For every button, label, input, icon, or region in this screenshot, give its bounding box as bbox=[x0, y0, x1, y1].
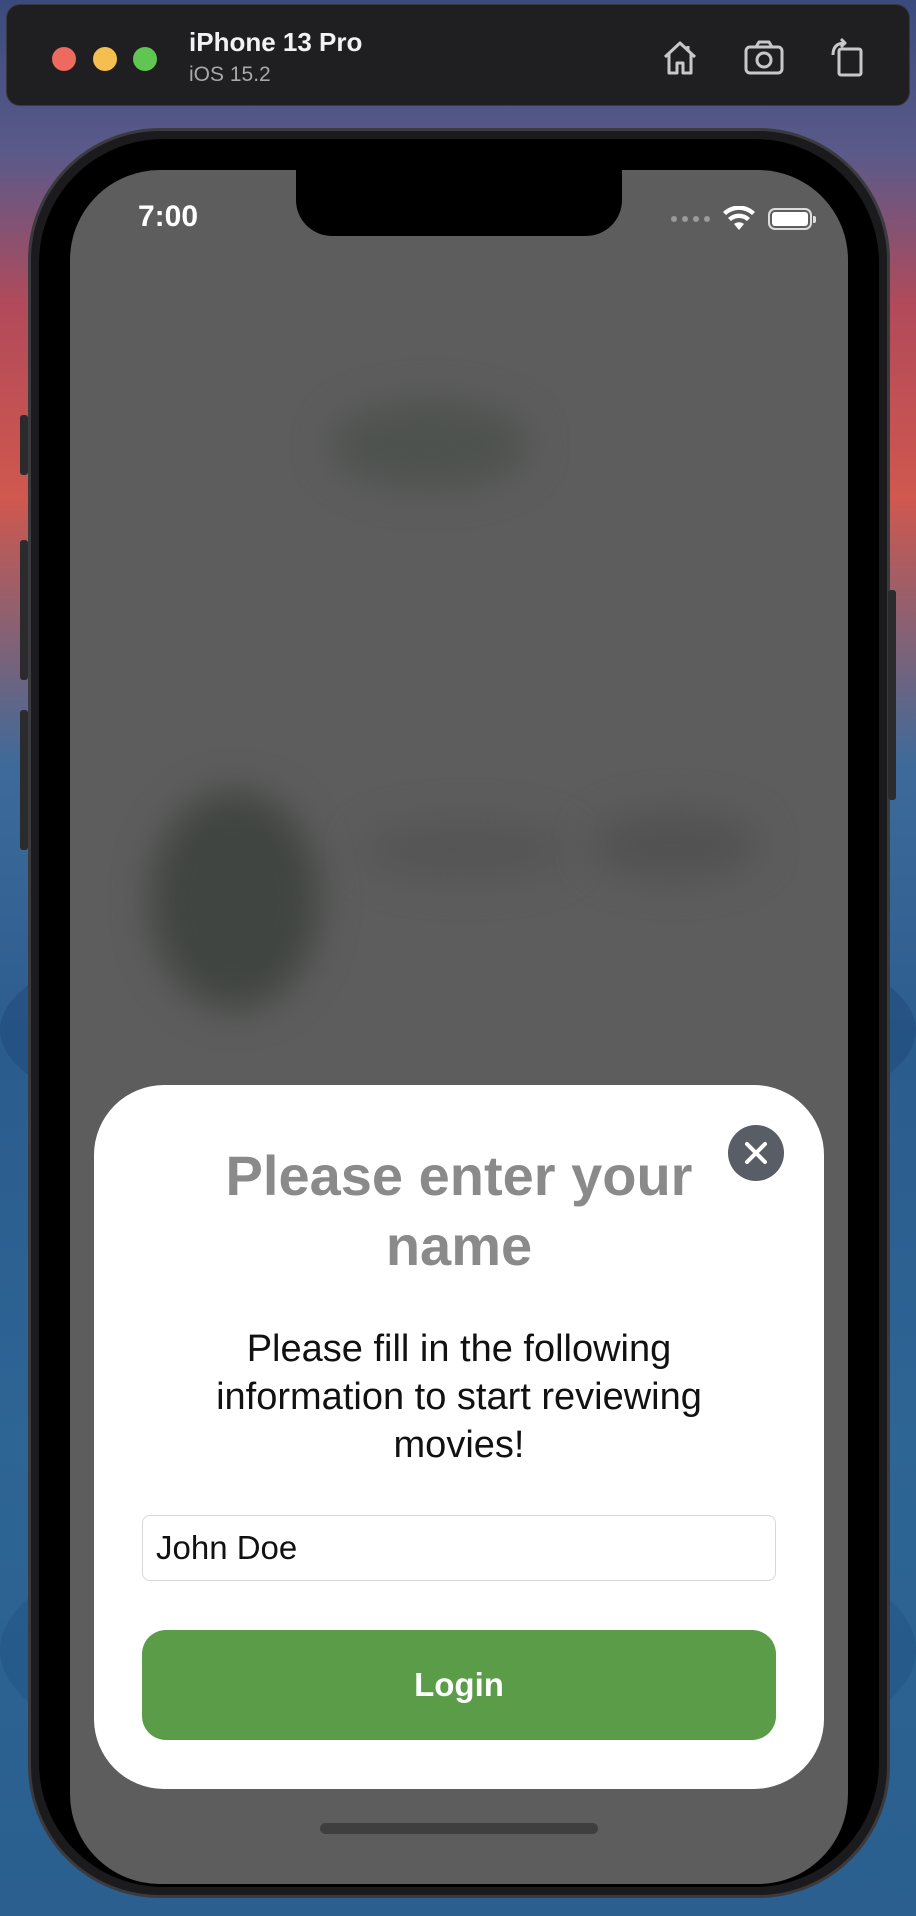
blurred-background-content bbox=[330, 400, 530, 490]
modal-title: Please enter your name bbox=[225, 1144, 693, 1277]
blurred-background-content bbox=[360, 820, 570, 880]
simulator-title-bar: iPhone 13 Pro iOS 15.2 bbox=[6, 4, 910, 106]
device-name: iPhone 13 Pro bbox=[189, 27, 363, 57]
screenshot-camera-icon bbox=[744, 40, 784, 75]
status-bar-time: 7:00 bbox=[138, 200, 199, 233]
zoom-window-button[interactable] bbox=[133, 47, 157, 71]
wifi-icon bbox=[723, 206, 755, 230]
minimize-window-button[interactable] bbox=[93, 47, 117, 71]
power-button bbox=[888, 590, 896, 800]
rotate-button[interactable] bbox=[825, 35, 871, 81]
battery-icon bbox=[768, 208, 816, 230]
cellular-signal-icon bbox=[671, 216, 710, 222]
device-notch bbox=[296, 170, 622, 236]
volume-down-button bbox=[20, 710, 28, 850]
close-icon bbox=[745, 1142, 767, 1164]
phone-screen: 7:00 Please enter your name Please fill … bbox=[70, 170, 848, 1884]
close-button[interactable] bbox=[728, 1125, 784, 1181]
home-button[interactable] bbox=[657, 35, 703, 81]
blurred-background-content bbox=[150, 790, 320, 1010]
os-version: iOS 15.2 bbox=[189, 63, 271, 86]
home-icon bbox=[663, 41, 697, 75]
name-entry-modal: Please enter your name Please fill in th… bbox=[94, 1085, 824, 1789]
modal-description: Please fill in the following information… bbox=[216, 1328, 702, 1466]
volume-up-button bbox=[20, 540, 28, 680]
login-button[interactable]: Login bbox=[142, 1630, 776, 1740]
home-indicator bbox=[320, 1823, 598, 1834]
mute-switch bbox=[20, 415, 28, 475]
rotate-icon bbox=[831, 37, 863, 77]
screenshot-button[interactable] bbox=[741, 35, 787, 81]
close-window-button[interactable] bbox=[52, 47, 76, 71]
status-bar-icons bbox=[671, 206, 816, 232]
blurred-background-content bbox=[590, 810, 760, 880]
name-input[interactable] bbox=[142, 1515, 776, 1581]
